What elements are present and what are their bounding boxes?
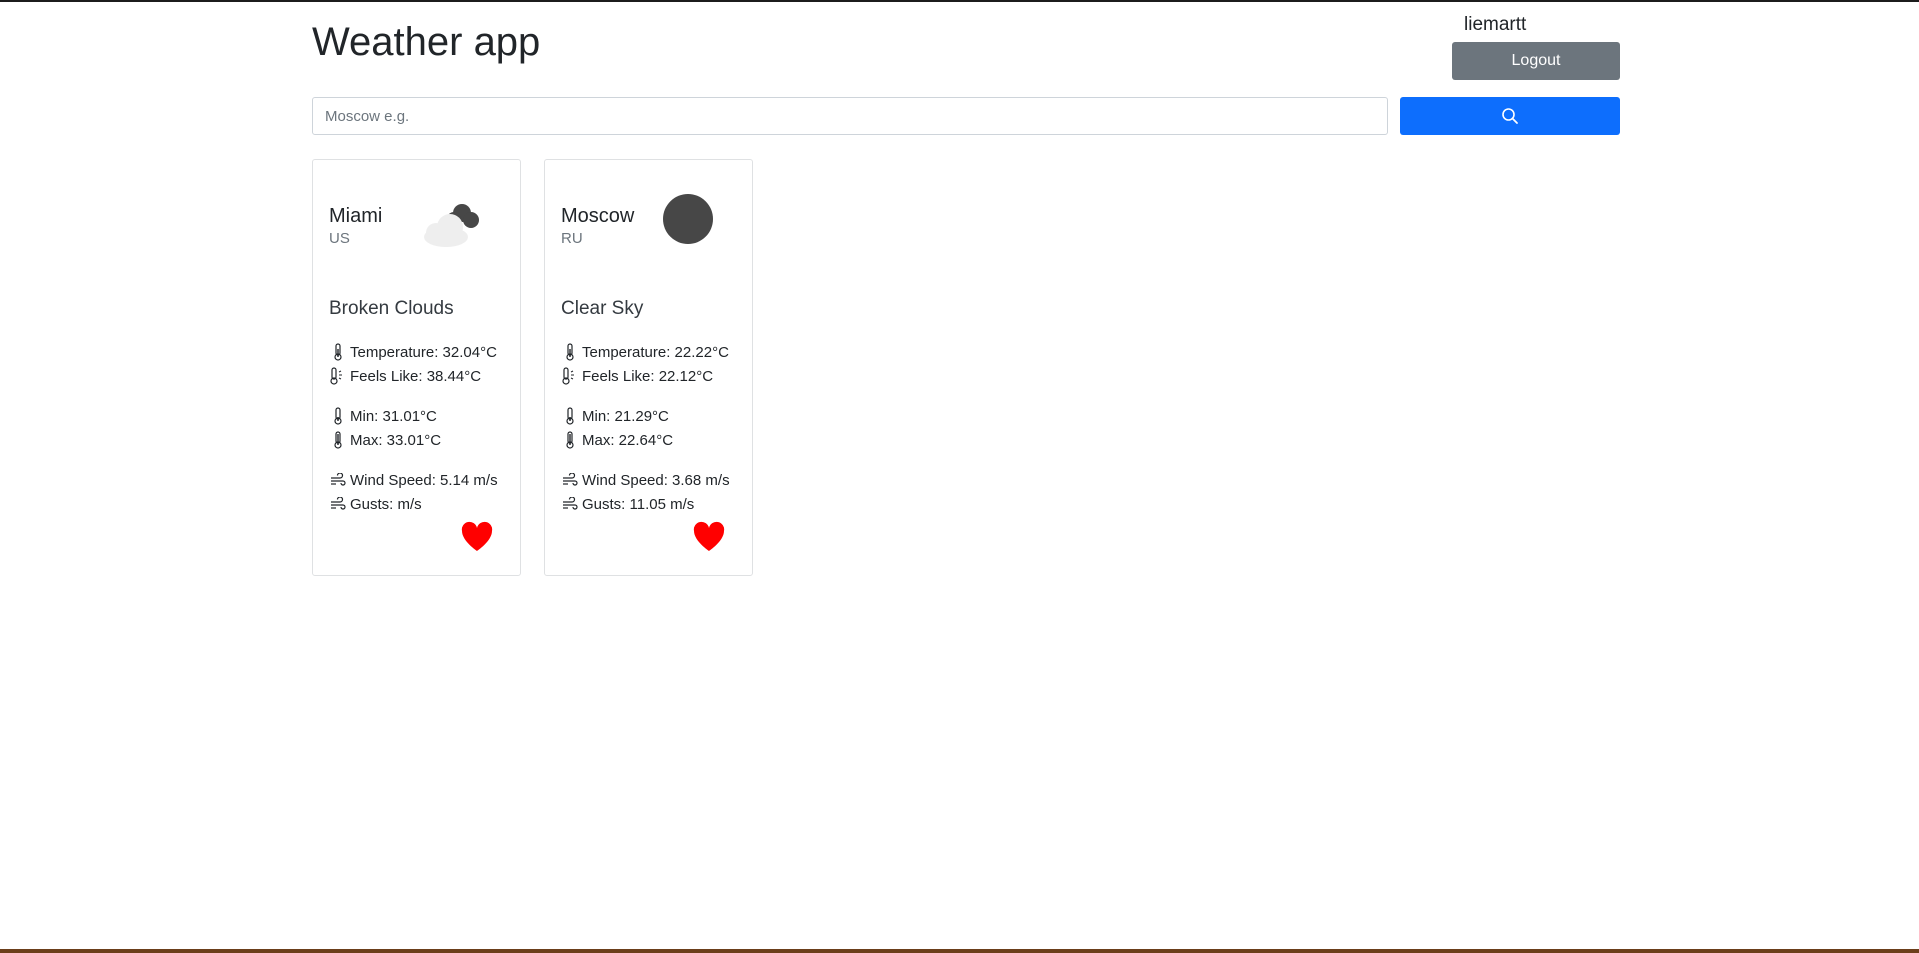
gusts-value: Gusts: 11.05 m/s: [582, 495, 695, 513]
weather-stats: Temperature: 32.04°C Feels Like: 38.44°C…: [329, 340, 519, 516]
thermometer-low-icon: [329, 407, 347, 425]
wind-speed-row: Wind Speed: 5.14 m/s: [329, 468, 519, 492]
wind-speed-row: Wind Speed: 3.68 m/s: [561, 468, 751, 492]
feels-like-row: Feels Like: 22.12°C: [561, 364, 751, 388]
feels-like-row: Feels Like: 38.44°C: [329, 364, 519, 388]
user-block: liemartt Logout: [1452, 12, 1620, 80]
weather-stats: Temperature: 22.22°C Feels Like: 22.12°C…: [561, 340, 751, 516]
wind-icon: [561, 471, 579, 489]
wind-icon: [561, 495, 579, 513]
gusts-row: Gusts: 11.05 m/s: [561, 492, 751, 516]
min-temp-row: Min: 31.01°C: [329, 404, 519, 428]
temperature-value: Temperature: 32.04°C: [350, 343, 497, 361]
city-name: Moscow: [561, 205, 635, 227]
max-temp-value: Max: 33.01°C: [350, 431, 442, 449]
card-header: Moscow RU: [561, 194, 738, 265]
max-temp-row: Max: 33.01°C: [329, 428, 519, 452]
header: Weather app liemartt Logout: [312, 0, 1620, 88]
logout-button[interactable]: Logout: [1452, 42, 1620, 80]
page-title: Weather app: [312, 20, 541, 64]
wind-speed-value: Wind Speed: 3.68 m/s: [582, 471, 730, 489]
clear-sky-icon: [646, 193, 726, 253]
thermometer-high-icon: [561, 431, 579, 449]
thermometer-icon: [329, 343, 347, 361]
min-temp-value: Min: 31.01°C: [350, 407, 437, 425]
temperature-value: Temperature: 22.22°C: [582, 343, 729, 361]
wind-icon: [329, 471, 347, 489]
feels-like-value: Feels Like: 38.44°C: [350, 367, 482, 385]
temperature-row: Temperature: 32.04°C: [329, 340, 519, 364]
temperature-row: Temperature: 22.22°C: [561, 340, 751, 364]
thermometer-sun-icon: [561, 367, 579, 385]
heart-icon: [460, 521, 494, 553]
broken-clouds-icon: [414, 193, 494, 253]
favorite-button[interactable]: [692, 521, 726, 553]
city-name: Miami: [329, 205, 383, 227]
search-button[interactable]: [1400, 97, 1620, 135]
search-row: [312, 97, 1620, 135]
thermometer-icon: [561, 343, 579, 361]
favorite-button[interactable]: [460, 521, 494, 553]
max-temp-value: Max: 22.64°C: [582, 431, 674, 449]
search-input[interactable]: [312, 97, 1388, 135]
min-temp-value: Min: 21.29°C: [582, 407, 669, 425]
weather-description: Clear Sky: [561, 298, 644, 319]
main-container: Weather app liemartt Logout Miami US: [312, 0, 1620, 576]
gusts-row: Gusts: m/s: [329, 492, 519, 516]
heart-icon: [692, 521, 726, 553]
thermometer-sun-icon: [329, 367, 347, 385]
username: liemartt: [1464, 14, 1527, 35]
wind-icon: [329, 495, 347, 513]
country-code: US: [329, 230, 350, 247]
weather-card-moscow: Moscow RU Clear Sky Temperature: 22.22°C: [544, 159, 753, 576]
thermometer-low-icon: [561, 407, 579, 425]
min-temp-row: Min: 21.29°C: [561, 404, 751, 428]
bottom-border: [0, 949, 1919, 953]
card-header: Miami US: [329, 204, 506, 265]
wind-speed-value: Wind Speed: 5.14 m/s: [350, 471, 498, 489]
thermometer-high-icon: [329, 431, 347, 449]
search-icon: [1501, 107, 1519, 125]
feels-like-value: Feels Like: 22.12°C: [582, 367, 714, 385]
gusts-value: Gusts: m/s: [350, 495, 422, 513]
max-temp-row: Max: 22.64°C: [561, 428, 751, 452]
weather-card-miami: Miami US Broken Clouds Temperature: 32.0…: [312, 159, 521, 576]
country-code: RU: [561, 230, 583, 247]
weather-description: Broken Clouds: [329, 298, 454, 319]
